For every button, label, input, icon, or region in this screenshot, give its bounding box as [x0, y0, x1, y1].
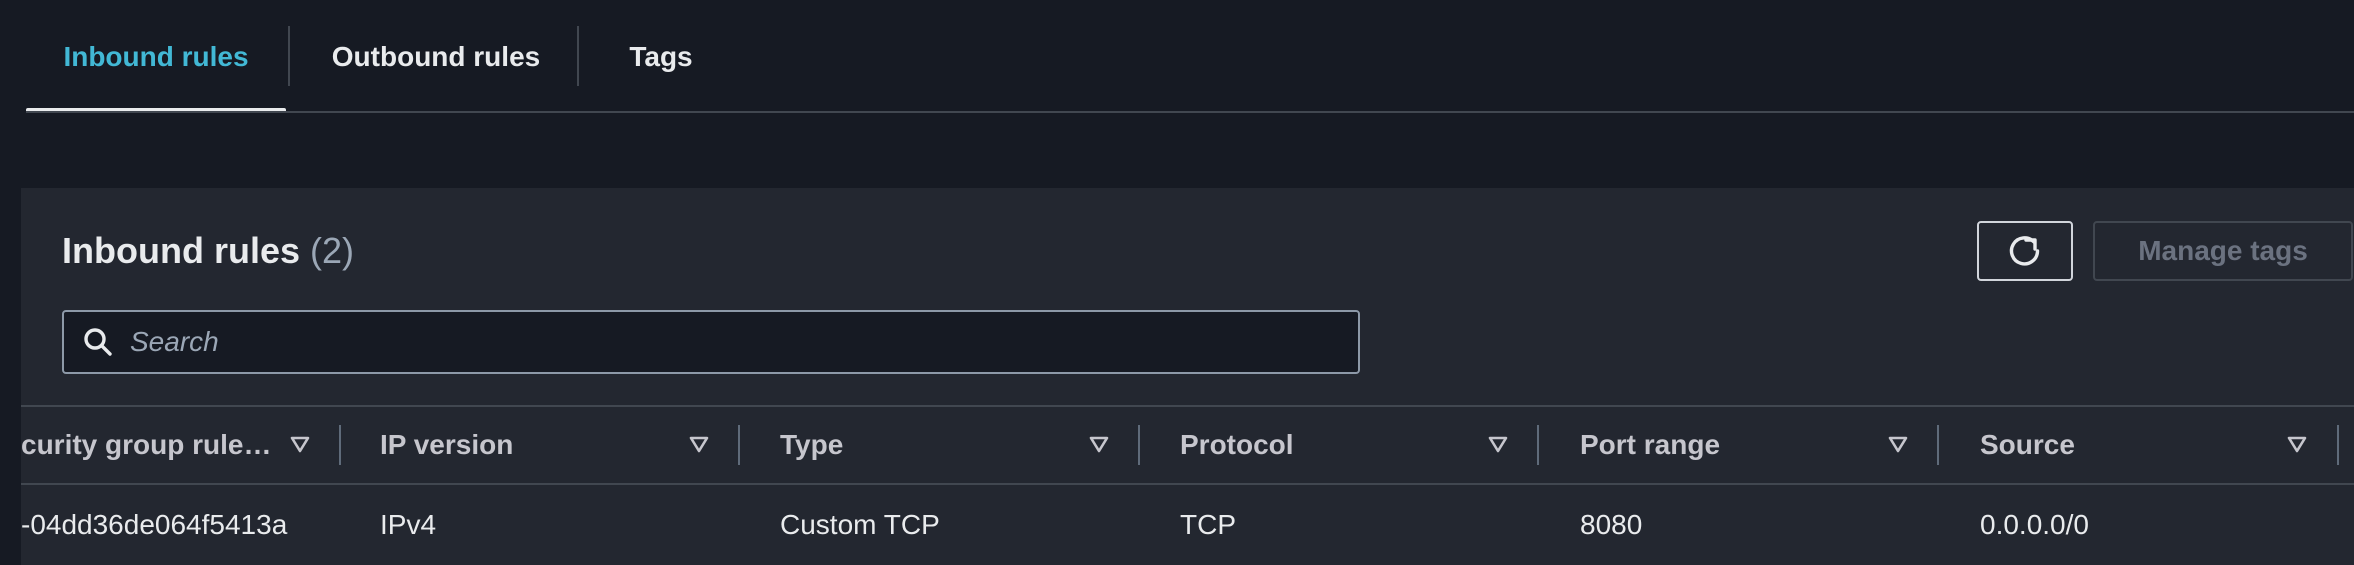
column-divider[interactable]: [738, 425, 740, 465]
panel-title: Inbound rules (2): [62, 230, 354, 272]
search-icon: [80, 324, 116, 360]
tab-inbound-rules[interactable]: Inbound rules: [26, 0, 286, 113]
panel-title-text: Inbound rules: [62, 230, 300, 271]
tab-divider: [288, 26, 290, 86]
column-label: Source: [1980, 429, 2075, 460]
column-label: Protocol: [1180, 429, 1294, 460]
tab-divider: [577, 26, 579, 86]
sort-down-icon[interactable]: [1487, 433, 1509, 455]
column-divider[interactable]: [2337, 425, 2339, 465]
tab-baseline: [26, 111, 2354, 113]
manage-tags-button[interactable]: Manage tags: [2093, 221, 2353, 281]
column-header-ip-version[interactable]: IP version: [380, 407, 680, 483]
cell-type: Custom TCP: [780, 509, 940, 540]
sort-down-icon[interactable]: [688, 433, 710, 455]
sort-down-icon[interactable]: [2286, 433, 2308, 455]
cell-source: 0.0.0.0/0: [1980, 509, 2089, 540]
table-header: curity group rule… IP version Type Proto…: [21, 407, 2354, 483]
column-header-type[interactable]: Type: [780, 407, 1080, 483]
column-divider[interactable]: [1937, 425, 1939, 465]
column-label: curity group rule…: [21, 429, 271, 460]
tab-label: Outbound rules: [331, 40, 541, 72]
rule-count: (2): [310, 230, 355, 271]
column-label: Type: [780, 429, 844, 460]
search-box[interactable]: [62, 310, 1360, 374]
tab-bar: Inbound rules Outbound rules Tags: [26, 0, 2354, 113]
tab-tags[interactable]: Tags: [596, 0, 726, 113]
column-header-protocol[interactable]: Protocol: [1180, 407, 1480, 483]
refresh-button[interactable]: [1977, 221, 2073, 281]
sort-down-icon[interactable]: [1887, 433, 1909, 455]
search-input[interactable]: [128, 325, 1358, 359]
tab-outbound-rules[interactable]: Outbound rules: [306, 0, 566, 113]
column-header-port-range[interactable]: Port range: [1580, 407, 1880, 483]
sort-down-icon[interactable]: [1088, 433, 1110, 455]
table-row[interactable]: -04dd36de064f5413a IPv4 Custom TCP TCP 8…: [21, 485, 2354, 565]
tab-label: Tags: [629, 40, 693, 72]
tab-label: Inbound rules: [63, 40, 249, 72]
column-label: IP version: [380, 429, 514, 460]
column-header-security-group-rule-id[interactable]: curity group rule…: [21, 407, 271, 483]
cell-ip-version: IPv4: [380, 509, 437, 540]
column-divider[interactable]: [1138, 425, 1140, 465]
cell-port-range: 8080: [1580, 509, 1643, 540]
column-label: Port range: [1580, 429, 1721, 460]
cell-rule-id: -04dd36de064f5413a: [21, 509, 288, 540]
sort-down-icon[interactable]: [289, 433, 311, 455]
refresh-icon: [2009, 236, 2040, 266]
cell-protocol: TCP: [1180, 509, 1236, 540]
inbound-rules-panel: Inbound rules (2) Manage tags curity gro…: [21, 188, 2354, 565]
column-header-source[interactable]: Source: [1980, 407, 2280, 483]
column-divider[interactable]: [339, 425, 341, 465]
column-divider[interactable]: [1537, 425, 1539, 465]
manage-tags-label: Manage tags: [2138, 235, 2308, 266]
